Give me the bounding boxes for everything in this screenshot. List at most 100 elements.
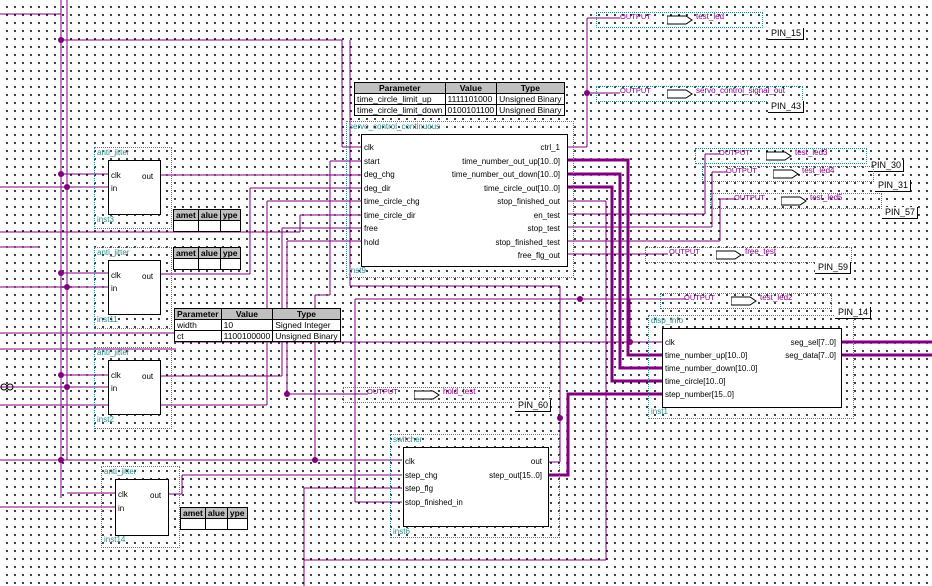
empty-cell xyxy=(173,258,199,270)
param-header: amet xyxy=(180,507,206,519)
sw-port-left-2: step_flg xyxy=(405,484,434,493)
servo-port-left-3: deg_dir xyxy=(364,183,391,193)
value-header: alue xyxy=(197,209,221,221)
servo-port-right-2: time_number_out_down[10..0] xyxy=(451,170,560,179)
disp-port-left-4: step_number[15..0] xyxy=(665,390,734,399)
anti-jitter-block-inst11[interactable]: anti_jitter clk in out inst11 xyxy=(94,247,172,329)
block-instance: inst2 xyxy=(97,415,114,424)
output-tag: OUTPUT xyxy=(669,247,700,256)
port-out: out xyxy=(142,272,154,281)
pin-label: PIN_43 xyxy=(768,101,805,113)
output-pin-1[interactable]: OUTPUT servo_control_signal_out xyxy=(596,86,803,102)
param-header: amet xyxy=(173,209,199,221)
output-name: test_led xyxy=(696,12,725,21)
empty-cell xyxy=(173,220,199,232)
output-name: test_led4 xyxy=(802,166,835,175)
sw-port-left-3: stop_finished_in xyxy=(405,497,463,507)
port-clk: clk xyxy=(118,490,128,499)
empty-cell xyxy=(226,518,248,530)
output-arrow-icon xyxy=(781,196,807,206)
output-tag: OUTPUT xyxy=(726,166,757,175)
anti-jitter-param-table: Parameter Value Type width 10 Signed Int… xyxy=(174,308,341,342)
output-name: test_led3 xyxy=(795,148,828,157)
block-instance: inst9 xyxy=(349,266,366,275)
output-tag: OUTPUT xyxy=(620,86,651,95)
output-pin-3[interactable]: OUTPUT test_led4 xyxy=(702,166,874,182)
output-name: hold_test xyxy=(443,387,476,396)
output-pin-6[interactable]: OUTPUT test_led2 xyxy=(660,293,832,309)
block-title: switcher xyxy=(393,435,423,444)
type-cell: Signed Integer xyxy=(272,319,341,331)
block-instance: inst11 xyxy=(97,315,118,324)
port-out: out xyxy=(142,372,154,381)
output-tag: OUTPUT xyxy=(684,293,715,302)
output-arrow-icon xyxy=(731,296,757,306)
servo-port-left-7: hold xyxy=(364,237,380,247)
junction xyxy=(64,184,70,190)
servo-port-left-0: clk xyxy=(364,143,374,152)
junction xyxy=(577,296,583,302)
type-cell: Unsigned Binary xyxy=(496,93,565,105)
servo-port-right-5: en_test xyxy=(533,210,560,220)
output-tag: OUTPUT xyxy=(620,12,651,21)
output-arrow-icon xyxy=(716,250,742,260)
param-cell: time_circle_limit_down xyxy=(354,104,446,116)
disp-port-left-2: time_number_down[10..0] xyxy=(665,364,758,373)
value-header: Value xyxy=(444,82,498,94)
junction xyxy=(627,339,633,345)
anti-jitter-block-inst14[interactable]: anti_jitter clk in out inst14 xyxy=(101,466,180,548)
type-header: ype xyxy=(219,247,241,259)
sw-port-left-0: clk xyxy=(405,457,415,466)
empty-cell xyxy=(197,220,221,232)
value-header: alue xyxy=(197,247,221,259)
disp-port-right-1: seg_data[7..0] xyxy=(785,351,836,360)
value-header: Value xyxy=(220,308,274,320)
servo-port-right-6: stop_test xyxy=(527,224,560,233)
output-pin-5[interactable]: OUTPUT free_test xyxy=(645,247,852,263)
empty-cell xyxy=(219,220,241,232)
value-cell: 1111101000 xyxy=(444,93,498,105)
disp-port-left-3: time_circle[10..0] xyxy=(665,377,726,386)
type-header: ype xyxy=(219,209,241,221)
pin-label: PIN_60 xyxy=(515,400,552,412)
empty-cell xyxy=(204,518,228,530)
pin-label: PIN_31 xyxy=(875,180,912,192)
servo-port-left-1: start xyxy=(364,156,380,166)
junction xyxy=(284,391,290,397)
junction xyxy=(58,270,64,276)
empty-cell xyxy=(180,518,206,530)
anti-jitter-block-inst2[interactable]: anti_jitter clk in out inst2 xyxy=(94,347,172,429)
block-title: disp_info xyxy=(651,316,684,325)
output-name: test_led2 xyxy=(760,293,793,302)
value-header: alue xyxy=(204,507,228,519)
servo-port-right-0: ctrl_1 xyxy=(540,143,560,152)
output-name: free_test xyxy=(745,247,777,256)
junction xyxy=(64,384,70,390)
disp-port-left-0: clk xyxy=(665,338,675,347)
output-pin-0[interactable]: OUTPUT test_led xyxy=(596,12,763,28)
output-tag: OUTPUT xyxy=(719,148,750,157)
pin-label: PIN_57 xyxy=(882,207,919,219)
junction xyxy=(557,415,563,421)
servo-port-left-5: time_circle_dir xyxy=(364,210,416,220)
output-arrow-icon xyxy=(667,15,693,25)
disp-port-right-0: seg_sel[7..0] xyxy=(790,338,836,347)
pin-label: PIN_14 xyxy=(835,307,872,319)
block-title: anti_jitter xyxy=(104,467,137,476)
servo-port-right-7: stop_finished_test xyxy=(495,237,561,247)
block-instance: inst14 xyxy=(104,535,126,544)
output-pin-4[interactable]: OUTPUT test_led5 xyxy=(710,193,882,209)
small-param-table: amet alue ype xyxy=(180,507,248,530)
output-pin-2[interactable]: OUTPUT test_led3 xyxy=(695,148,867,164)
anti-jitter-block-inst3[interactable]: anti_jitter clk in out inst3 xyxy=(94,147,172,229)
small-param-table: amet alue ype xyxy=(173,209,241,232)
param-cell: width xyxy=(174,319,222,331)
value-cell: 0100101100 xyxy=(444,104,498,116)
port-in: in xyxy=(111,284,118,293)
sw-port-left-1: step_chg xyxy=(405,470,438,480)
junction xyxy=(312,457,318,463)
bus xyxy=(546,392,662,477)
type-header: ype xyxy=(226,507,248,519)
type-header: Type xyxy=(272,308,341,320)
servo-port-right-8: free_flg_out xyxy=(517,251,560,260)
